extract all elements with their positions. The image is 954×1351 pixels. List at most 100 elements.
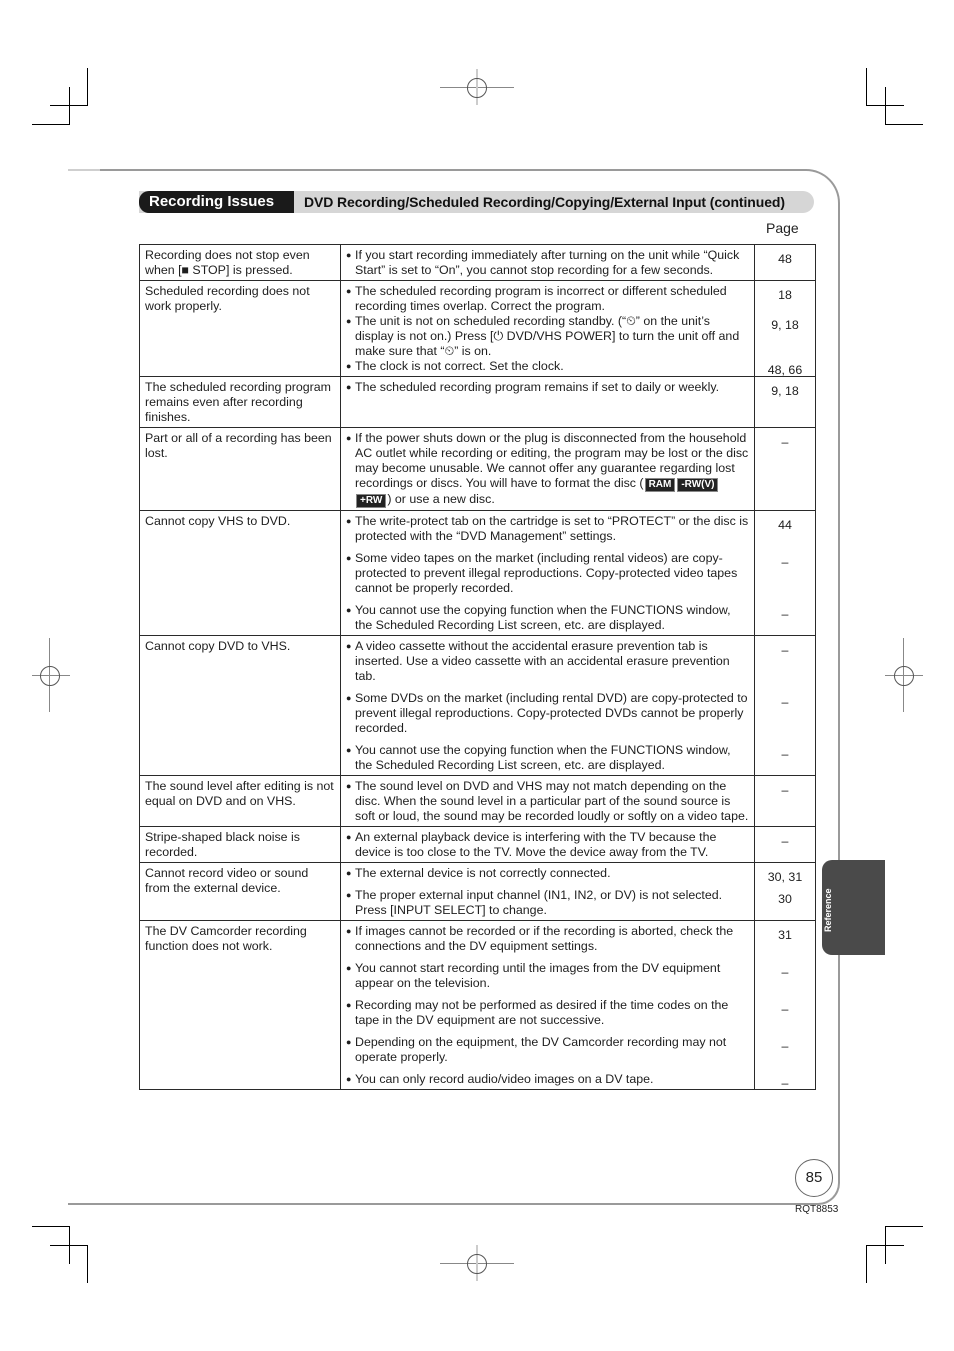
table-row: Cannot copy VHS to DVD. ● The write-protec… (139, 510, 816, 636)
table-row: The sound level after editing is not equ… (139, 775, 816, 827)
page-ref: – (781, 1075, 789, 1090)
cause-item: ● You cannot use the copying function whe… (346, 743, 749, 773)
cause-text-body: Depending on the equipment, the DV Camco… (355, 1035, 727, 1064)
cause-item: ● If you start recording immediately afte… (346, 248, 749, 278)
crop-mark (885, 1226, 923, 1227)
bullet-icon: ● (346, 286, 352, 296)
cause-item: ● You can only record audio/video images … (346, 1072, 749, 1087)
problem-cell: Scheduled recording does not work proper… (139, 280, 341, 377)
cause-text: If you start recording immediately after… (355, 248, 749, 278)
cause-item: ● The external device is not correctly co… (346, 866, 749, 881)
table-row: Recording does not stop even when [■ STO… (139, 244, 816, 281)
section-title: Recording Issues (139, 191, 294, 213)
reference-side-tab[interactable]: Reference (822, 860, 885, 955)
page-ref: 9, 18 (771, 383, 799, 398)
cause-cell: ● If the power shuts down or the plug is … (340, 427, 755, 511)
page-ref-cell: – – – (754, 635, 816, 776)
troubleshooting-table: Recording does not stop even when [■ STO… (139, 244, 816, 1090)
cause-text-body: The scheduled recording program remains … (355, 380, 720, 394)
bullet-icon: ● (346, 361, 352, 371)
page-ref: – (781, 642, 789, 657)
cause-text: You can only record audio/video images o… (355, 1072, 749, 1087)
cause-item: ● Depending on the equipment, the DV Camc… (346, 1035, 749, 1065)
page-ref: – (781, 554, 789, 569)
page-ref: – (781, 694, 789, 709)
cause-text: Depending on the equipment, the DV Camco… (355, 1035, 749, 1065)
disc-type-badge: -RW(V) (677, 478, 719, 492)
page-ref-cell: 30, 31 30 (754, 862, 816, 921)
cause-item: ● You cannot start recording until the im… (346, 961, 749, 991)
page-ref: 48, 66 (767, 362, 803, 377)
cause-text-body: Recording may not be performed as desire… (355, 998, 729, 1027)
cause-cell: ● A video cassette without the accidental… (340, 635, 755, 776)
cause-cell: ● If images cannot be recorded or if the … (340, 920, 755, 1090)
page-ref-cell: 18 9, 18 48, 66 (754, 280, 816, 377)
crop-mark (69, 87, 70, 125)
table-row: Stripe-shaped black noise is recorded. ● A… (139, 826, 816, 863)
cause-text: Some video tapes on the market (includin… (355, 551, 749, 596)
cause-item: ● The clock is not correct. Set the clock… (346, 359, 749, 374)
table-row: The scheduled recording program remains … (139, 376, 816, 428)
cause-cell: ● The write-protect tab on the cartridge … (340, 510, 755, 636)
page-ref: – (781, 434, 789, 449)
cause-item: ● A video cassette without the accidental… (346, 639, 749, 684)
problem-cell: The sound level after editing is not equ… (139, 775, 341, 827)
problem-cell: The scheduled recording program remains … (139, 376, 341, 428)
problem-cell: Stripe-shaped black noise is recorded. (139, 826, 341, 863)
page-ref-cell: 48 (754, 244, 816, 281)
cause-item: ● Some video tapes on the market (includi… (346, 551, 749, 596)
cause-text: The scheduled recording program is incor… (355, 284, 749, 314)
cause-text-body: You cannot start recording until the ima… (355, 961, 721, 990)
bullet-icon: ● (346, 641, 352, 651)
bullet-icon: ● (346, 832, 352, 842)
cause-item: ● An external playback device is interfer… (346, 830, 749, 860)
cause-text-body: You cannot use the copying function when… (355, 603, 731, 632)
problem-cell: Part or all of a recording has been lost… (139, 427, 341, 511)
crop-mark (866, 1245, 904, 1246)
problem-cell: Cannot copy VHS to DVD. (139, 510, 341, 636)
cause-text-body: The sound level on DVD and VHS may not m… (355, 779, 749, 823)
cause-text-body: The clock is not correct. Set the clock. (355, 359, 564, 373)
bullet-icon: ● (346, 868, 352, 878)
cause-item: ● The unit is not on scheduled recording … (346, 314, 749, 359)
page-ref: 30 (778, 891, 792, 906)
cause-item: ● You cannot use the copying function whe… (346, 603, 749, 633)
cause-text-body: The write-protect tab on the cartridge i… (355, 514, 749, 543)
cause-cell: ● The sound level on DVD and VHS may not … (340, 775, 755, 827)
problem-cell: The DV Camcorder recording function does… (139, 920, 341, 1090)
table-row: Scheduled recording does not work proper… (139, 280, 816, 377)
cause-item: ● The sound level on DVD and VHS may not … (346, 779, 749, 824)
crop-mark (32, 124, 70, 125)
cause-item: ● The proper external input channel (IN1,… (346, 888, 749, 918)
cause-text-body: If you start recording immediately after… (355, 248, 740, 277)
cause-item: ● The scheduled recording program remains… (346, 380, 749, 395)
page-ref-cell: 31 – – – – (754, 920, 816, 1090)
page-frame-fade (68, 169, 100, 171)
crop-mark (866, 68, 867, 106)
bullet-icon: ● (346, 963, 352, 973)
cause-text: A video cassette without the accidental … (355, 639, 749, 684)
cause-item: ● Some DVDs on the market (including rent… (346, 691, 749, 736)
page-column-label: Page (766, 220, 799, 236)
bullet-icon: ● (346, 693, 352, 703)
problem-cell: Cannot record video or sound from the ex… (139, 862, 341, 921)
page-ref: 44 (778, 517, 792, 532)
cause-text: If images cannot be recorded or if the r… (355, 924, 749, 954)
cause-text: Recording may not be performed as desire… (355, 998, 749, 1028)
page-ref-cell: 44 – – (754, 510, 816, 636)
bullet-icon: ● (346, 316, 352, 326)
problem-cell: Cannot copy DVD to VHS. (139, 635, 341, 776)
disc-type-badge: +RW (356, 494, 387, 508)
cause-text: If the power shuts down or the plug is d… (355, 431, 749, 508)
disc-type-badge: RAM (644, 478, 676, 492)
page-ref: – (781, 782, 789, 797)
cause-text: The scheduled recording program remains … (355, 380, 749, 395)
bullet-icon: ● (346, 926, 352, 936)
cause-text: Some DVDs on the market (including renta… (355, 691, 749, 736)
cause-cell: ● If you start recording immediately afte… (340, 244, 755, 281)
bullet-icon: ● (346, 382, 352, 392)
crop-mark (87, 68, 88, 106)
model-code: RQT8853 (795, 1204, 839, 1215)
cause-text-body: You can only record audio/video images o… (355, 1072, 654, 1086)
cause-text: The clock is not correct. Set the clock. (355, 359, 749, 374)
